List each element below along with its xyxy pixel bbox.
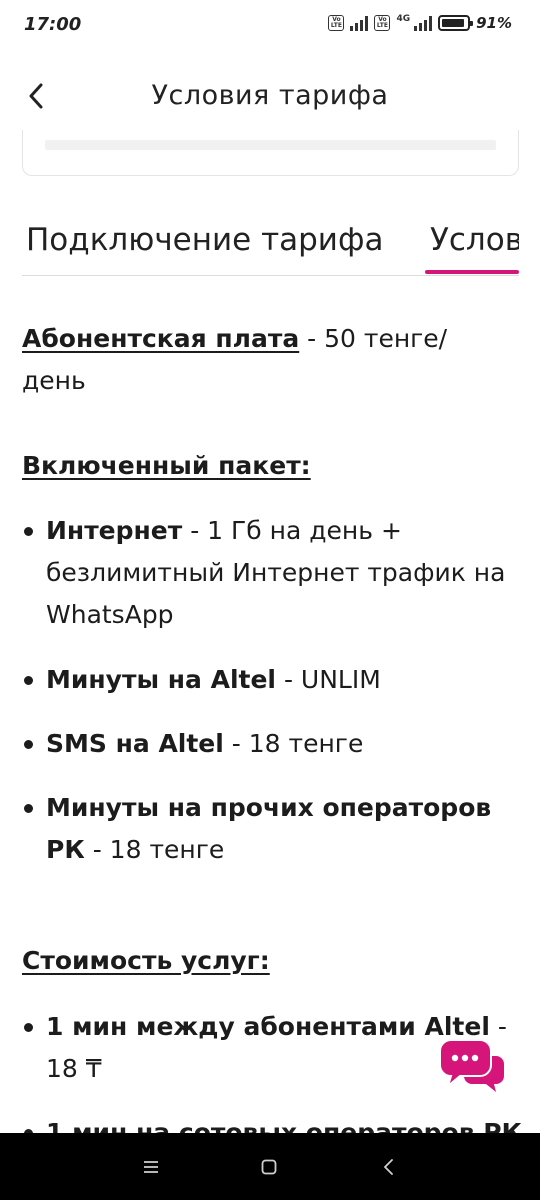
list-item: Минуты на прочих операторов РК - 18 тенг…: [22, 787, 522, 871]
chat-bubbles-icon: [438, 1039, 504, 1092]
volte-icon: Vo LTE: [328, 15, 345, 31]
package-heading: Включенный пакет:: [22, 451, 311, 480]
status-icons: Vo LTE Vo LTE 4G 91%: [328, 14, 512, 32]
tab-conditions[interactable]: Услов: [430, 222, 519, 274]
home-square-icon: [261, 1159, 277, 1175]
signal-icon: [350, 15, 369, 31]
nav-back-button[interactable]: [376, 1155, 400, 1179]
page-title: Условия тарифа: [151, 80, 389, 111]
status-bar: 17:00 Vo LTE Vo LTE 4G 91%: [0, 0, 540, 52]
nav-home-button[interactable]: [257, 1155, 281, 1179]
signal-icon: [414, 15, 433, 31]
app-header: Условия тарифа: [0, 60, 540, 132]
tabs: Подключение тарифа Услов: [22, 220, 519, 276]
list-item: Минуты на Altel - UNLIM: [22, 659, 522, 701]
tab-connect-tariff[interactable]: Подключение тарифа: [26, 222, 383, 274]
nav-menu-button[interactable]: [139, 1155, 163, 1179]
fee-label: Абонентская плата: [22, 324, 300, 353]
active-tab-indicator: [425, 270, 519, 274]
battery-icon: [438, 15, 474, 31]
list-item: Интернет - 1 Гб на день + безлимитный Ин…: [22, 510, 522, 636]
menu-icon: [144, 1161, 158, 1173]
volte-icon: Vo LTE: [374, 15, 391, 31]
status-time: 17:00: [24, 14, 82, 35]
battery-percent: 91%: [476, 14, 512, 32]
tariff-card: [22, 130, 519, 176]
back-triangle-icon: [384, 1159, 393, 1175]
services-heading: Стоимость услуг:: [22, 946, 270, 975]
chat-button[interactable]: [436, 1036, 506, 1096]
system-navigation-bar: [0, 1133, 540, 1200]
list-item: SMS на Altel - 18 тенге: [22, 723, 522, 765]
card-divider: [45, 140, 496, 150]
network-type: 4G: [396, 14, 411, 24]
subscription-fee: Абонентская плата - 50 тенге/ день: [22, 318, 492, 402]
